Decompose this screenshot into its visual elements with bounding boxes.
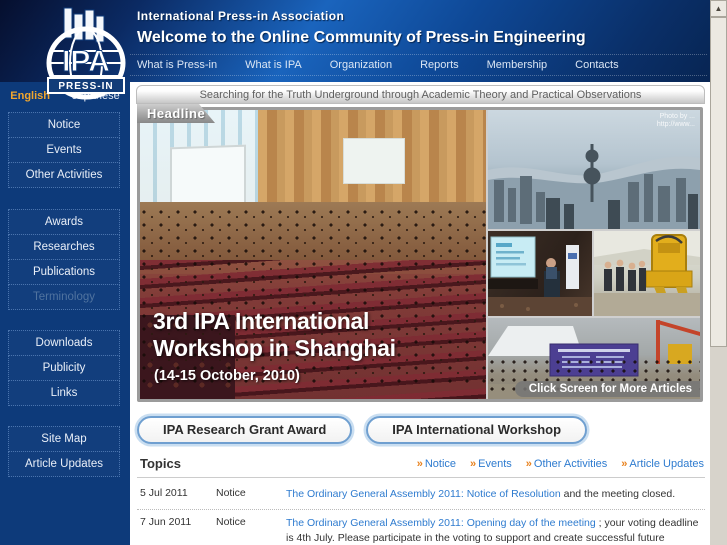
vertical-scrollbar[interactable]: ▲ [710, 0, 727, 545]
ipa-globe-icon: IPA PRESS-IN [46, 7, 126, 100]
topics-link-other-activities[interactable]: » Other Activities [526, 458, 607, 470]
nav-what-is-ipa[interactable]: What is IPA [245, 59, 302, 71]
photo-montage[interactable]: 3rd IPA International Workshop in Shangh… [140, 110, 700, 399]
photo-presentation[interactable] [488, 231, 592, 316]
bullet-icon: » [470, 458, 477, 470]
sidebar-item-notice[interactable]: Notice [8, 112, 120, 138]
bullet-icon: » [621, 458, 628, 470]
topic-description: The Ordinary General Assembly 2011: Open… [286, 517, 699, 544]
bullet-icon: » [416, 458, 423, 470]
international-workshop-button[interactable]: IPA International Workshop [366, 416, 588, 444]
headline-subtitle: (14-15 October, 2010) [154, 368, 300, 384]
sidebar-group-news: Notice Events Other Activities [8, 112, 120, 188]
sidebar-item-downloads[interactable]: Downloads [8, 330, 120, 356]
nav-what-is-press-in[interactable]: What is Press-in [137, 59, 217, 71]
nav-membership[interactable]: Membership [487, 59, 548, 71]
topic-category: Notice [216, 516, 246, 528]
topic-description: The Ordinary General Assembly 2011: Noti… [286, 488, 676, 500]
more-articles-button[interactable]: Click Screen for More Articles [514, 381, 700, 397]
bullet-icon: » [525, 458, 532, 470]
tagline-banner: Searching for the Truth Underground thro… [136, 85, 705, 104]
topics-link-events[interactable]: » Events [470, 458, 512, 470]
sidebar-item-publications[interactable]: Publications [8, 259, 120, 285]
svg-text:PRESS-IN: PRESS-IN [58, 81, 113, 92]
ipa-logo[interactable]: IPA PRESS-IN [34, 5, 138, 107]
headline-title: 3rd IPA International Workshop in Shangh… [153, 308, 396, 361]
topics-quicklinks: » Notice » Events » Other Activities » Artic… [417, 458, 704, 470]
sidebar-group-resources: Awards Researches Publications Terminolo… [8, 209, 120, 310]
sidebar-item-awards[interactable]: Awards [8, 209, 120, 235]
main-content: Searching for the Truth Underground thro… [130, 82, 710, 545]
scrollbar-thumb[interactable] [710, 17, 727, 347]
topics-heading: Topics [140, 456, 181, 471]
photo-workshop-hall[interactable]: 3rd IPA International Workshop in Shangh… [140, 110, 486, 399]
nav-contacts[interactable]: Contacts [575, 59, 618, 71]
sidebar-group-misc: Downloads Publicity Links [8, 330, 120, 406]
topic-link[interactable]: The Ordinary General Assembly 2011: Open… [286, 517, 596, 529]
topics-link-notice[interactable]: » Notice [417, 458, 456, 470]
divider [137, 509, 705, 510]
welcome-heading: Welcome to the Online Community of Press… [137, 29, 586, 46]
topic-link[interactable]: The Ordinary General Assembly 2011: Noti… [286, 488, 561, 500]
org-title: International Press-in Association [137, 9, 345, 23]
main-nav: What is Press-in What is IPA Organizatio… [130, 54, 707, 76]
sidebar-item-terminology: Terminology [8, 284, 120, 310]
svg-text:IPA: IPA [62, 45, 110, 78]
divider [137, 477, 705, 478]
sidebar-item-article-updates[interactable]: Article Updates [8, 451, 120, 477]
nav-organization[interactable]: Organization [330, 59, 392, 71]
sidebar-item-events[interactable]: Events [8, 137, 120, 163]
topic-date: 7 Jun 2011 [140, 516, 192, 528]
page: International Press-in Association Welco… [0, 0, 727, 545]
headline-photo-panel[interactable]: 3rd IPA International Workshop in Shangh… [137, 107, 703, 402]
photo-detail [343, 138, 405, 184]
nav-reports[interactable]: Reports [420, 59, 459, 71]
quick-buttons: IPA Research Grant Award IPA Internation… [137, 416, 588, 444]
sidebar-item-other-activities[interactable]: Other Activities [8, 162, 120, 188]
research-grant-award-button[interactable]: IPA Research Grant Award [137, 416, 353, 444]
topic-date: 5 Jul 2011 [140, 487, 188, 499]
sidebar-item-links[interactable]: Links [8, 380, 120, 406]
topics-link-article-updates[interactable]: » Article Updates [621, 458, 704, 470]
photo-pressin-machine[interactable] [594, 231, 700, 316]
photo-credit: Photo by ... http://www... [656, 113, 695, 128]
sidebar-item-site-map[interactable]: Site Map [8, 426, 120, 452]
sidebar-item-publicity[interactable]: Publicity [8, 355, 120, 381]
sidebar-group-site: Site Map Article Updates [8, 426, 120, 477]
sidebar: English Japanese Notice Events Other Act… [0, 82, 130, 545]
sidebar-item-researches[interactable]: Researches [8, 234, 120, 260]
scroll-up-icon[interactable]: ▲ [710, 0, 727, 17]
topic-category: Notice [216, 487, 246, 499]
photo-shanghai-aerial[interactable]: Photo by ... http://www... [488, 110, 700, 229]
